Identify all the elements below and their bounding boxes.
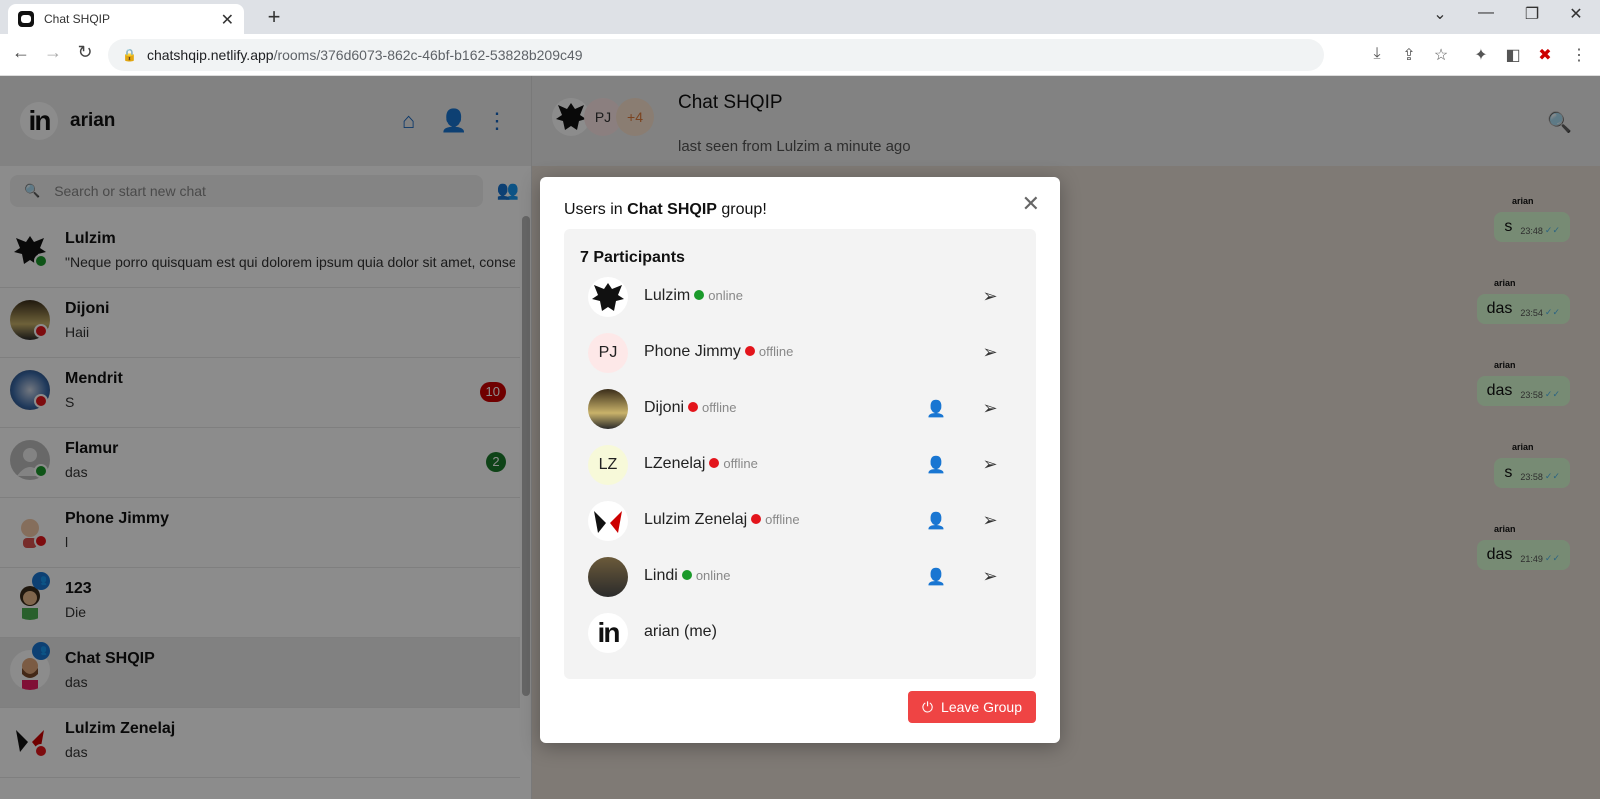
modal-title-prefix: Users in bbox=[564, 201, 623, 218]
participant-status: online bbox=[708, 287, 743, 303]
address-bar[interactable]: 🔒 chatshqip.netlify.app/rooms/376d6073-8… bbox=[108, 39, 1324, 71]
offline-status-dot bbox=[688, 402, 699, 412]
side-panel-icon[interactable]: ◧ bbox=[1502, 45, 1524, 65]
back-icon[interactable]: ← bbox=[8, 42, 34, 63]
participant-name-line: LZenelaj offline bbox=[644, 455, 758, 473]
participants-panel: 7 Participants Lulzim online ➢ PJ Phone J… bbox=[564, 229, 1036, 679]
close-icon[interactable]: ✕ bbox=[1022, 191, 1040, 217]
minimize-icon[interactable]: — bbox=[1466, 4, 1506, 22]
participant-name: Lulzim Zenelaj bbox=[644, 511, 748, 528]
offline-status-dot bbox=[709, 458, 720, 468]
participant-row: PJ Phone Jimmy offline ➢ bbox=[580, 329, 1020, 377]
participant-name: arian (me) bbox=[644, 623, 717, 640]
profile-icon[interactable]: ✖ bbox=[1534, 45, 1556, 65]
group-users-modal: Users in Chat SHQIP group! ✕ 7 Participa… bbox=[540, 177, 1060, 743]
reload-icon[interactable]: ↻ bbox=[72, 42, 98, 63]
browser-tab[interactable]: Chat SHQIP ✕ bbox=[8, 4, 244, 34]
dijoni-avatar bbox=[588, 389, 628, 429]
participant-row: Lulzim online ➢ bbox=[580, 273, 1020, 321]
url-host: chatshqip.netlify.app bbox=[146, 47, 274, 63]
participant-name-line: Dijoni offline bbox=[644, 399, 736, 417]
share-icon[interactable]: ⇪ bbox=[1398, 45, 1420, 65]
add-contact-icon[interactable]: 👤 bbox=[926, 455, 946, 475]
leave-group-label: Leave Group bbox=[941, 699, 1022, 715]
online-status-dot bbox=[681, 570, 692, 580]
participant-status: offline bbox=[723, 455, 758, 471]
online-status-dot bbox=[694, 290, 705, 300]
url-path: /rooms/376d6073-862c-46bf-b162-53828b209… bbox=[273, 47, 583, 63]
participant-row: in arian (me) bbox=[580, 609, 1020, 657]
modal-title-suffix: group! bbox=[721, 201, 767, 218]
send-message-icon[interactable]: ➢ bbox=[980, 454, 1000, 475]
participant-row: Lulzim Zenelaj offline 👤 ➢ bbox=[580, 497, 1020, 545]
participant-status: offline bbox=[758, 343, 794, 359]
participant-name: Phone Jimmy bbox=[644, 343, 741, 360]
new-tab-button[interactable]: + bbox=[260, 4, 288, 30]
participant-status: offline bbox=[702, 399, 737, 415]
participant-name-line: Phone Jimmy offline bbox=[644, 343, 793, 361]
participant-name: Lulzim bbox=[644, 287, 691, 304]
leave-icon: ⏻ bbox=[921, 698, 934, 715]
participant-name: Lindi bbox=[644, 567, 678, 584]
forward-icon[interactable]: → bbox=[40, 42, 66, 63]
eagle-avatar bbox=[588, 277, 628, 317]
browser-toolbar: ← → ↻ 🔒 chatshqip.netlify.app/rooms/376d… bbox=[0, 34, 1600, 76]
browser-tabbar: Chat SHQIP ✕ + ⌄ — ❐ ✕ bbox=[0, 0, 1600, 34]
participant-name: LZenelaj bbox=[644, 455, 706, 472]
send-message-icon[interactable]: ➢ bbox=[980, 286, 1000, 307]
participant-status: online bbox=[695, 567, 731, 583]
add-contact-icon[interactable]: 👤 bbox=[926, 399, 946, 419]
send-message-icon[interactable]: ➢ bbox=[980, 342, 1000, 363]
participant-row: Dijoni offline 👤 ➢ bbox=[580, 385, 1020, 433]
avatar-initials: LZ bbox=[588, 445, 628, 485]
chat-favicon-icon bbox=[18, 11, 34, 27]
linkedin-logo-avatar: in bbox=[588, 613, 628, 653]
add-contact-icon[interactable]: 👤 bbox=[926, 567, 946, 587]
participant-status: offline bbox=[765, 511, 800, 527]
send-message-icon[interactable]: ➢ bbox=[980, 398, 1000, 419]
tab-title: Chat SHQIP bbox=[44, 12, 111, 26]
install-icon[interactable]: ⤓ bbox=[1366, 45, 1388, 63]
lock-icon: 🔒 bbox=[122, 48, 137, 62]
extensions-icon[interactable]: ✦ bbox=[1470, 45, 1492, 65]
participant-name: Dijoni bbox=[644, 399, 685, 416]
tab-search-icon[interactable]: ⌄ bbox=[1420, 4, 1460, 24]
avatar-initials: PJ bbox=[588, 333, 628, 373]
offline-status-dot bbox=[751, 514, 762, 524]
participants-count: 7 Participants bbox=[580, 249, 685, 266]
offline-status-dot bbox=[744, 346, 755, 356]
add-contact-icon[interactable]: 👤 bbox=[926, 511, 946, 531]
close-window-icon[interactable]: ✕ bbox=[1556, 4, 1596, 24]
lindi-avatar bbox=[588, 557, 628, 597]
modal-title-group: Chat SHQIP bbox=[627, 201, 717, 218]
send-message-icon[interactable]: ➢ bbox=[980, 566, 1000, 587]
close-tab-icon[interactable]: ✕ bbox=[221, 10, 234, 30]
send-message-icon[interactable]: ➢ bbox=[980, 510, 1000, 531]
participant-row: LZ LZenelaj offline 👤 ➢ bbox=[580, 441, 1020, 489]
lulzim-zenelaj-avatar bbox=[588, 501, 628, 541]
participant-row: Lindi online 👤 ➢ bbox=[580, 553, 1020, 601]
menu-icon[interactable]: ⋮ bbox=[1568, 45, 1590, 65]
participant-name-line: Lulzim Zenelaj offline bbox=[644, 511, 800, 529]
participant-name-line: Lulzim online bbox=[644, 287, 743, 305]
leave-group-button[interactable]: ⏻ Leave Group bbox=[907, 691, 1036, 723]
restore-icon[interactable]: ❐ bbox=[1512, 4, 1552, 24]
modal-title: Users in Chat SHQIP group! bbox=[564, 201, 767, 219]
participant-name-line: Lindi online bbox=[644, 567, 731, 585]
bookmark-star-icon[interactable]: ☆ bbox=[1430, 45, 1452, 65]
